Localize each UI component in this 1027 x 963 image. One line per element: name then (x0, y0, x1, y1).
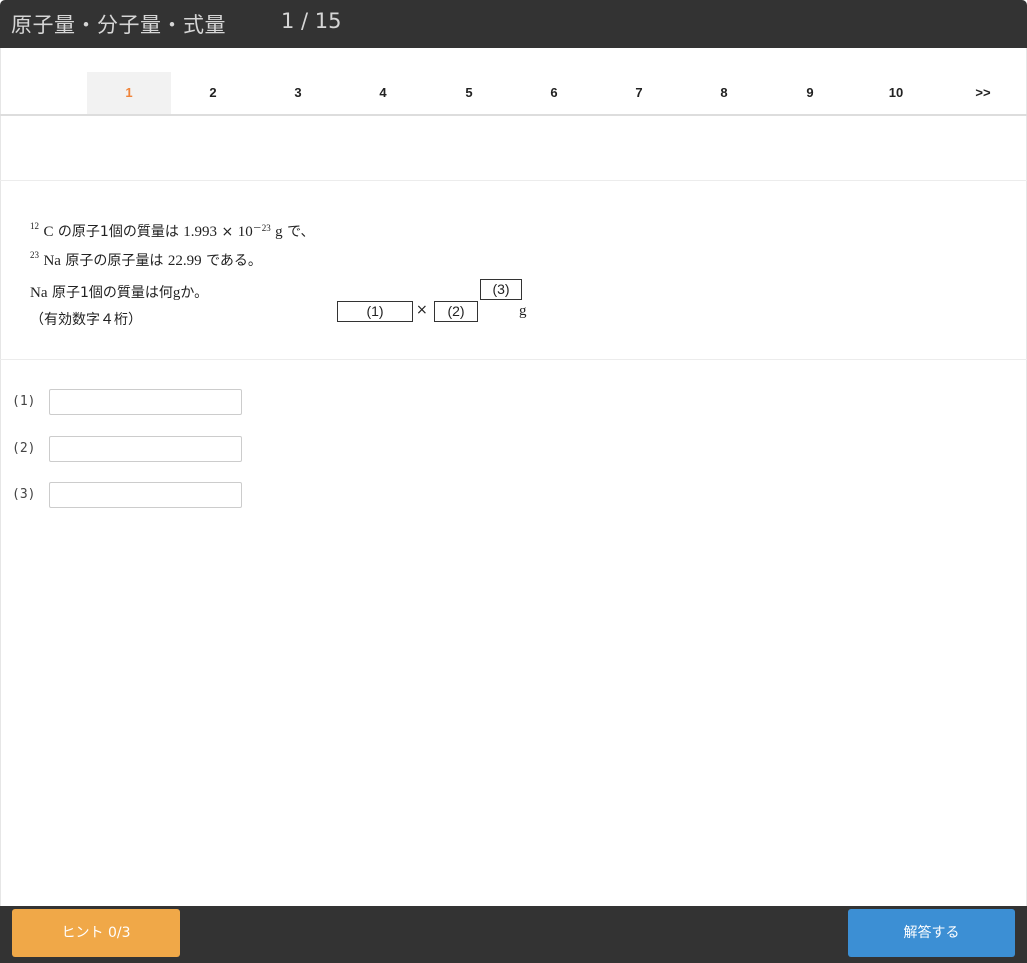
formula-box-2: (2) (434, 301, 478, 322)
question-line-2: 23 Na 原子の原子量は 22.99 である。 (30, 250, 262, 270)
question-area: 12 C の原子1個の質量は 1.993 × 10－23 g で、 23 Na … (0, 181, 1027, 359)
question-text: 原子1個の質量は何 (51, 285, 173, 301)
question-line-1: 12 C の原子1個の質量は 1.993 × 10－23 g で、 (30, 221, 315, 241)
answer-label-1: (1) (12, 394, 36, 409)
hint-button[interactable]: ヒント 0/3 (12, 909, 180, 957)
answer-input-1[interactable] (49, 389, 242, 415)
question-line-4: （有効数字４桁） (30, 312, 142, 328)
divider (0, 359, 1027, 360)
power-base: 10 (237, 224, 253, 240)
pager-next-button[interactable]: >> (941, 72, 1025, 114)
pager-item-2[interactable]: 2 (171, 72, 255, 114)
answer-input-3[interactable] (49, 482, 242, 508)
isotope-mass-12: 12 (30, 221, 39, 231)
formula-box-1: (1) (337, 301, 413, 322)
answer-input-2[interactable] (49, 436, 242, 462)
question-line-3: Na 原子1個の質量は何gか。 (30, 282, 208, 302)
formula-unit-g: g (519, 303, 527, 319)
question-text: か。 (180, 285, 209, 301)
pager-item-7[interactable]: 7 (597, 72, 681, 114)
isotope-mass-23: 23 (30, 250, 39, 260)
pager-item-1[interactable]: 1 (87, 72, 171, 114)
answer-label-2: (2) (12, 441, 36, 456)
sodium-symbol: Na (43, 253, 61, 269)
question-text: の原子1個の質量は (57, 224, 179, 240)
formula-times: × (416, 302, 428, 318)
pager-item-9[interactable]: 9 (768, 72, 852, 114)
sodium-symbol: Na (30, 285, 48, 301)
pager-item-8[interactable]: 8 (682, 72, 766, 114)
footer-bar: ヒント 0/3 解答する (0, 906, 1027, 963)
question-text: である。 (206, 253, 262, 269)
carbon-mass-value: 1.993 (183, 224, 218, 240)
pager-item-6[interactable]: 6 (512, 72, 596, 114)
power-exponent: －23 (252, 223, 271, 233)
question-counter: 1 / 15 (281, 9, 342, 33)
question-text: で、 (287, 224, 315, 240)
header-bar: 原子量・分子量・式量 1 / 15 (0, 0, 1027, 48)
times-symbol: × (221, 224, 234, 240)
pager-item-4[interactable]: 4 (341, 72, 425, 114)
pager-item-10[interactable]: 10 (854, 72, 938, 114)
sodium-atomic-weight: 22.99 (167, 253, 202, 269)
submit-answer-button[interactable]: 解答する (848, 909, 1015, 957)
question-pager: 1 2 3 4 5 6 7 8 9 10 >> (0, 72, 1027, 116)
pager-item-5[interactable]: 5 (427, 72, 511, 114)
left-border (0, 48, 1, 906)
formula-box-3-exponent: (3) (480, 279, 522, 300)
question-text: 原子の原子量は (65, 253, 164, 269)
unit-g: g (275, 224, 283, 240)
carbon-symbol: C (43, 224, 54, 240)
page-title: 原子量・分子量・式量 (11, 13, 226, 37)
pager-item-3[interactable]: 3 (256, 72, 340, 114)
answer-label-3: (3) (12, 487, 36, 502)
